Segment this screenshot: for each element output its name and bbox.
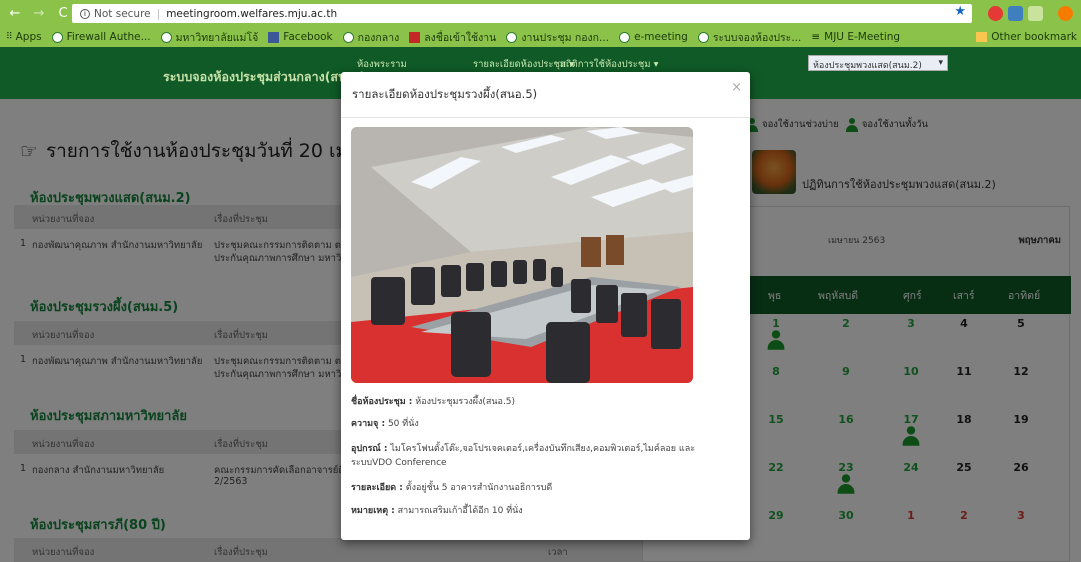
menu-item-room-detail[interactable]: รายละเอียดห้องประชุม ▾ bbox=[473, 57, 574, 72]
room-photo bbox=[351, 127, 693, 383]
browser-chrome: ← → C i Not secure | meetingroom.welfare… bbox=[0, 0, 1081, 47]
url-text: meetingroom.welfares.mju.ac.th bbox=[166, 7, 338, 20]
menu-icon: ≡ bbox=[811, 31, 821, 43]
equipment-field: อุปกรณ์ : ไมโครโฟนตั้งโต๊ะ,จอโปรเจคเตอร์… bbox=[351, 444, 696, 468]
globe-icon bbox=[342, 31, 354, 43]
room-name-field: ชื่อห้องประชุม : ห้องประชุมรวงผึ้ง(สนอ.5… bbox=[351, 397, 516, 407]
detail-field: รายละเอียด : ตั้งอยู่ชั้น 5 อาคารสำนักงา… bbox=[351, 483, 553, 493]
menu-item-room[interactable]: ห้องพระราม bbox=[357, 57, 407, 72]
bookmark-item[interactable]: ลงชื่อเข้าใช้งาน bbox=[409, 29, 496, 46]
globe-icon bbox=[51, 31, 63, 43]
extension-icon-3[interactable] bbox=[1028, 6, 1043, 21]
bookmark-item[interactable]: e-meeting bbox=[619, 31, 688, 43]
forward-icon[interactable]: → bbox=[30, 5, 48, 23]
bookmark-item[interactable]: Facebook bbox=[268, 31, 333, 43]
extension-icon-2[interactable] bbox=[1008, 6, 1023, 21]
site-title[interactable]: ระบบจองห้องประชุมส่วนกลาง(สนม.) bbox=[163, 67, 365, 87]
globe-icon bbox=[506, 31, 518, 43]
close-icon[interactable]: × bbox=[731, 80, 742, 95]
bookmark-star-icon[interactable]: ★ bbox=[954, 4, 966, 19]
room-detail-modal: รายละเอียดห้องประชุมรวงผึ้ง(สนอ.5) × ชื่… bbox=[341, 72, 750, 540]
site-icon bbox=[409, 31, 421, 43]
other-bookmarks[interactable]: Other bookmark bbox=[976, 31, 1077, 43]
globe-icon bbox=[619, 31, 631, 43]
bookmark-item[interactable]: มหาวิทยาลัยแม่โจ้ bbox=[160, 29, 258, 46]
bookmark-item[interactable]: งานประชุม กองก... bbox=[506, 29, 609, 46]
address-bar[interactable]: i Not secure | meetingroom.welfares.mju.… bbox=[72, 4, 972, 23]
bookmark-item[interactable]: ≡ MJU E-Meeting bbox=[811, 31, 900, 43]
bookmark-item[interactable]: Firewall Authe... bbox=[51, 31, 151, 43]
profile-avatar-icon[interactable] bbox=[1058, 6, 1073, 21]
folder-icon bbox=[976, 32, 988, 42]
facebook-icon bbox=[268, 31, 280, 43]
reload-icon[interactable]: C bbox=[54, 5, 72, 23]
apps-icon: ⠿ bbox=[6, 32, 13, 42]
globe-icon bbox=[160, 31, 172, 43]
info-icon[interactable]: i bbox=[80, 8, 90, 19]
globe-icon bbox=[697, 31, 709, 43]
bookmarks-bar: ⠿ Apps Firewall Authe... มหาวิทยาลัยแม่โจ… bbox=[0, 27, 1081, 47]
extension-icon-1[interactable] bbox=[988, 6, 1003, 21]
divider bbox=[341, 117, 750, 118]
menu-item-stats[interactable]: สถิติการใช้ห้องประชุม ▾ bbox=[560, 57, 658, 72]
security-label: Not secure bbox=[94, 7, 151, 20]
chevron-down-icon: ▾ bbox=[938, 58, 943, 68]
note-field: หมายเหตุ : สามารถเสริมเก้าอี้ได้อีก 10 ท… bbox=[351, 506, 523, 516]
capacity-field: ความจุ : 50 ที่นั่ง bbox=[351, 419, 419, 429]
browser-nav-bar: ← → C i Not secure | meetingroom.welfare… bbox=[0, 0, 1081, 27]
bookmark-apps[interactable]: ⠿ Apps bbox=[6, 31, 42, 43]
room-select[interactable]: ห้องประชุมพวงแสด(สนม.2) ▾ bbox=[808, 55, 948, 71]
modal-title: รายละเอียดห้องประชุมรวงผึ้ง(สนอ.5) bbox=[352, 87, 538, 101]
bookmark-item[interactable]: กองกลาง bbox=[342, 29, 399, 46]
back-icon[interactable]: ← bbox=[6, 5, 24, 23]
bookmark-item[interactable]: ระบบจองห้องประ... bbox=[697, 29, 801, 46]
